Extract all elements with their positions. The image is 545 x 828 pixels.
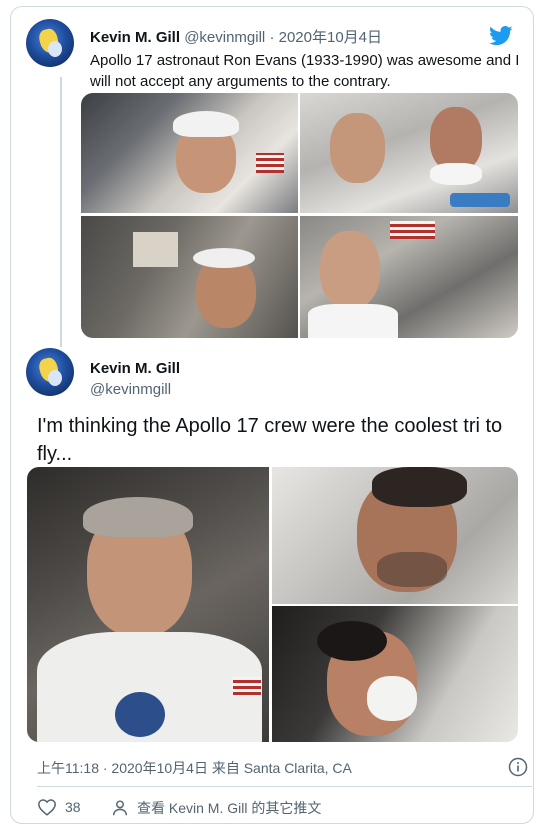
quoted-tweet-header: Kevin M. Gill @kevinmgill · 2020年10月4日 [90,28,382,48]
quoted-photo-4[interactable] [300,216,518,338]
quoted-author-handle[interactable]: @kevinmgill [184,29,265,46]
quoted-tweet-text: Apollo 17 astronaut Ron Evans (1933-1990… [90,52,520,90]
thread-line [60,77,62,347]
view-profile-link[interactable]: 查看 Kevin M. Gill 的其它推文 [111,798,321,818]
divider [37,786,532,787]
tweet-timestamp-location[interactable]: 上午11:18 · 2020年10月4日 来自 Santa Clarita, C… [37,758,352,778]
heart-icon [38,799,56,816]
main-tweet-text: I'm thinking the Apollo 17 crew were the… [37,415,503,465]
view-profile-label: 查看 Kevin M. Gill 的其它推文 [137,800,322,816]
main-photo-3[interactable] [272,606,518,742]
quoted-tweet-date[interactable]: 2020年10月4日 [279,29,382,46]
like-button[interactable]: 38 [37,798,81,816]
main-author-avatar[interactable] [26,348,74,396]
main-author-handle[interactable]: @kevinmgill [90,381,171,398]
person-icon [112,800,128,816]
quoted-photo-2[interactable] [300,93,518,213]
tweet-embed-card: Kevin M. Gill @kevinmgill · 2020年10月4日 A… [10,6,534,824]
main-author-name[interactable]: Kevin M. Gill [90,360,180,377]
main-photo-2[interactable] [272,467,518,604]
header-separator: · [269,29,275,46]
like-count: 38 [65,799,81,815]
info-icon[interactable] [508,757,528,777]
quoted-photo-3[interactable] [81,216,298,338]
quoted-author-avatar[interactable] [26,19,74,67]
twitter-logo-icon[interactable] [489,25,513,47]
quoted-photo-1[interactable] [81,93,298,213]
quoted-author-name[interactable]: Kevin M. Gill [90,29,180,46]
main-photo-1[interactable] [27,467,269,742]
